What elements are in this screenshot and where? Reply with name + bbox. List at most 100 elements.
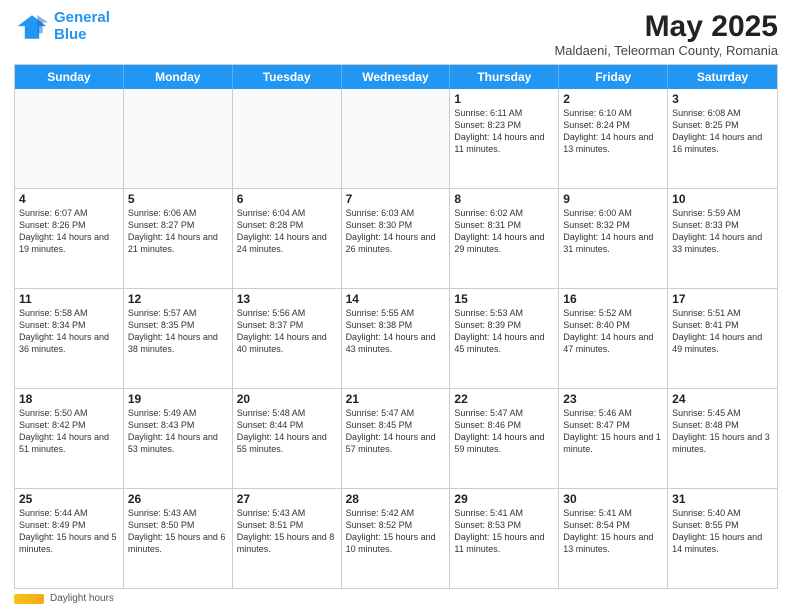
subtitle: Maldaeni, Teleorman County, Romania [554,43,778,58]
day-cell-13: 13Sunrise: 5:56 AM Sunset: 8:37 PM Dayli… [233,289,342,388]
day-cell-8: 8Sunrise: 6:02 AM Sunset: 8:31 PM Daylig… [450,189,559,288]
day-info: Sunrise: 5:44 AM Sunset: 8:49 PM Dayligh… [19,507,119,556]
day-info: Sunrise: 5:50 AM Sunset: 8:42 PM Dayligh… [19,407,119,456]
day-info: Sunrise: 5:47 AM Sunset: 8:46 PM Dayligh… [454,407,554,456]
day-info: Sunrise: 5:59 AM Sunset: 8:33 PM Dayligh… [672,207,773,256]
day-cell-31: 31Sunrise: 5:40 AM Sunset: 8:55 PM Dayli… [668,489,777,588]
day-number: 16 [563,292,663,306]
day-cell-26: 26Sunrise: 5:43 AM Sunset: 8:50 PM Dayli… [124,489,233,588]
day-number: 3 [672,92,773,106]
col-wednesday: Wednesday [342,65,451,89]
day-info: Sunrise: 5:53 AM Sunset: 8:39 PM Dayligh… [454,307,554,356]
day-number: 20 [237,392,337,406]
day-info: Sunrise: 5:55 AM Sunset: 8:38 PM Dayligh… [346,307,446,356]
day-number: 6 [237,192,337,206]
day-cell-15: 15Sunrise: 5:53 AM Sunset: 8:39 PM Dayli… [450,289,559,388]
day-cell-1: 1Sunrise: 6:11 AM Sunset: 8:23 PM Daylig… [450,89,559,188]
day-info: Sunrise: 5:57 AM Sunset: 8:35 PM Dayligh… [128,307,228,356]
day-info: Sunrise: 5:58 AM Sunset: 8:34 PM Dayligh… [19,307,119,356]
col-saturday: Saturday [668,65,777,89]
day-cell-2: 2Sunrise: 6:10 AM Sunset: 8:24 PM Daylig… [559,89,668,188]
day-cell-17: 17Sunrise: 5:51 AM Sunset: 8:41 PM Dayli… [668,289,777,388]
col-sunday: Sunday [15,65,124,89]
day-number: 22 [454,392,554,406]
col-monday: Monday [124,65,233,89]
day-number: 4 [19,192,119,206]
day-cell-empty [124,89,233,188]
calendar: Sunday Monday Tuesday Wednesday Thursday… [14,64,778,589]
daylight-label: Daylight hours [50,593,114,604]
day-cell-11: 11Sunrise: 5:58 AM Sunset: 8:34 PM Dayli… [15,289,124,388]
day-number: 7 [346,192,446,206]
logo-blue: Blue [54,26,87,43]
day-cell-7: 7Sunrise: 6:03 AM Sunset: 8:30 PM Daylig… [342,189,451,288]
day-number: 21 [346,392,446,406]
day-number: 18 [19,392,119,406]
day-number: 19 [128,392,228,406]
day-info: Sunrise: 5:41 AM Sunset: 8:53 PM Dayligh… [454,507,554,556]
calendar-row-4: 18Sunrise: 5:50 AM Sunset: 8:42 PM Dayli… [15,388,777,488]
day-cell-empty [15,89,124,188]
logo-text: General Blue [54,10,110,43]
footer: Daylight hours [14,593,778,604]
day-number: 30 [563,492,663,506]
day-number: 28 [346,492,446,506]
day-number: 29 [454,492,554,506]
day-cell-14: 14Sunrise: 5:55 AM Sunset: 8:38 PM Dayli… [342,289,451,388]
calendar-header: Sunday Monday Tuesday Wednesday Thursday… [15,65,777,89]
day-number: 24 [672,392,773,406]
day-number: 26 [128,492,228,506]
day-cell-20: 20Sunrise: 5:48 AM Sunset: 8:44 PM Dayli… [233,389,342,488]
day-info: Sunrise: 5:45 AM Sunset: 8:48 PM Dayligh… [672,407,773,456]
day-info: Sunrise: 5:51 AM Sunset: 8:41 PM Dayligh… [672,307,773,356]
day-cell-3: 3Sunrise: 6:08 AM Sunset: 8:25 PM Daylig… [668,89,777,188]
day-info: Sunrise: 5:46 AM Sunset: 8:47 PM Dayligh… [563,407,663,456]
day-cell-5: 5Sunrise: 6:06 AM Sunset: 8:27 PM Daylig… [124,189,233,288]
title-block: May 2025 Maldaeni, Teleorman County, Rom… [554,10,778,58]
day-cell-24: 24Sunrise: 5:45 AM Sunset: 8:48 PM Dayli… [668,389,777,488]
day-info: Sunrise: 6:00 AM Sunset: 8:32 PM Dayligh… [563,207,663,256]
daylight-bar-icon [14,594,44,604]
day-info: Sunrise: 5:52 AM Sunset: 8:40 PM Dayligh… [563,307,663,356]
day-cell-18: 18Sunrise: 5:50 AM Sunset: 8:42 PM Dayli… [15,389,124,488]
day-number: 15 [454,292,554,306]
day-info: Sunrise: 6:11 AM Sunset: 8:23 PM Dayligh… [454,107,554,156]
day-info: Sunrise: 6:08 AM Sunset: 8:25 PM Dayligh… [672,107,773,156]
day-info: Sunrise: 6:03 AM Sunset: 8:30 PM Dayligh… [346,207,446,256]
logo-general: General [54,9,110,26]
calendar-row-5: 25Sunrise: 5:44 AM Sunset: 8:49 PM Dayli… [15,488,777,588]
day-info: Sunrise: 5:48 AM Sunset: 8:44 PM Dayligh… [237,407,337,456]
day-number: 23 [563,392,663,406]
col-friday: Friday [559,65,668,89]
day-number: 17 [672,292,773,306]
day-cell-23: 23Sunrise: 5:46 AM Sunset: 8:47 PM Dayli… [559,389,668,488]
day-info: Sunrise: 6:04 AM Sunset: 8:28 PM Dayligh… [237,207,337,256]
day-number: 10 [672,192,773,206]
day-cell-9: 9Sunrise: 6:00 AM Sunset: 8:32 PM Daylig… [559,189,668,288]
day-number: 31 [672,492,773,506]
day-cell-27: 27Sunrise: 5:43 AM Sunset: 8:51 PM Dayli… [233,489,342,588]
logo-icon [14,13,50,41]
day-cell-28: 28Sunrise: 5:42 AM Sunset: 8:52 PM Dayli… [342,489,451,588]
day-number: 12 [128,292,228,306]
day-number: 8 [454,192,554,206]
day-number: 14 [346,292,446,306]
day-number: 11 [19,292,119,306]
day-cell-empty [342,89,451,188]
page: General Blue May 2025 Maldaeni, Teleorma… [0,0,792,612]
day-cell-21: 21Sunrise: 5:47 AM Sunset: 8:45 PM Dayli… [342,389,451,488]
day-cell-19: 19Sunrise: 5:49 AM Sunset: 8:43 PM Dayli… [124,389,233,488]
calendar-row-2: 4Sunrise: 6:07 AM Sunset: 8:26 PM Daylig… [15,188,777,288]
day-number: 25 [19,492,119,506]
day-cell-6: 6Sunrise: 6:04 AM Sunset: 8:28 PM Daylig… [233,189,342,288]
day-info: Sunrise: 5:41 AM Sunset: 8:54 PM Dayligh… [563,507,663,556]
day-cell-22: 22Sunrise: 5:47 AM Sunset: 8:46 PM Dayli… [450,389,559,488]
day-cell-12: 12Sunrise: 5:57 AM Sunset: 8:35 PM Dayli… [124,289,233,388]
day-cell-29: 29Sunrise: 5:41 AM Sunset: 8:53 PM Dayli… [450,489,559,588]
day-info: Sunrise: 5:56 AM Sunset: 8:37 PM Dayligh… [237,307,337,356]
day-info: Sunrise: 5:43 AM Sunset: 8:50 PM Dayligh… [128,507,228,556]
day-number: 5 [128,192,228,206]
day-info: Sunrise: 6:02 AM Sunset: 8:31 PM Dayligh… [454,207,554,256]
day-number: 2 [563,92,663,106]
day-number: 13 [237,292,337,306]
